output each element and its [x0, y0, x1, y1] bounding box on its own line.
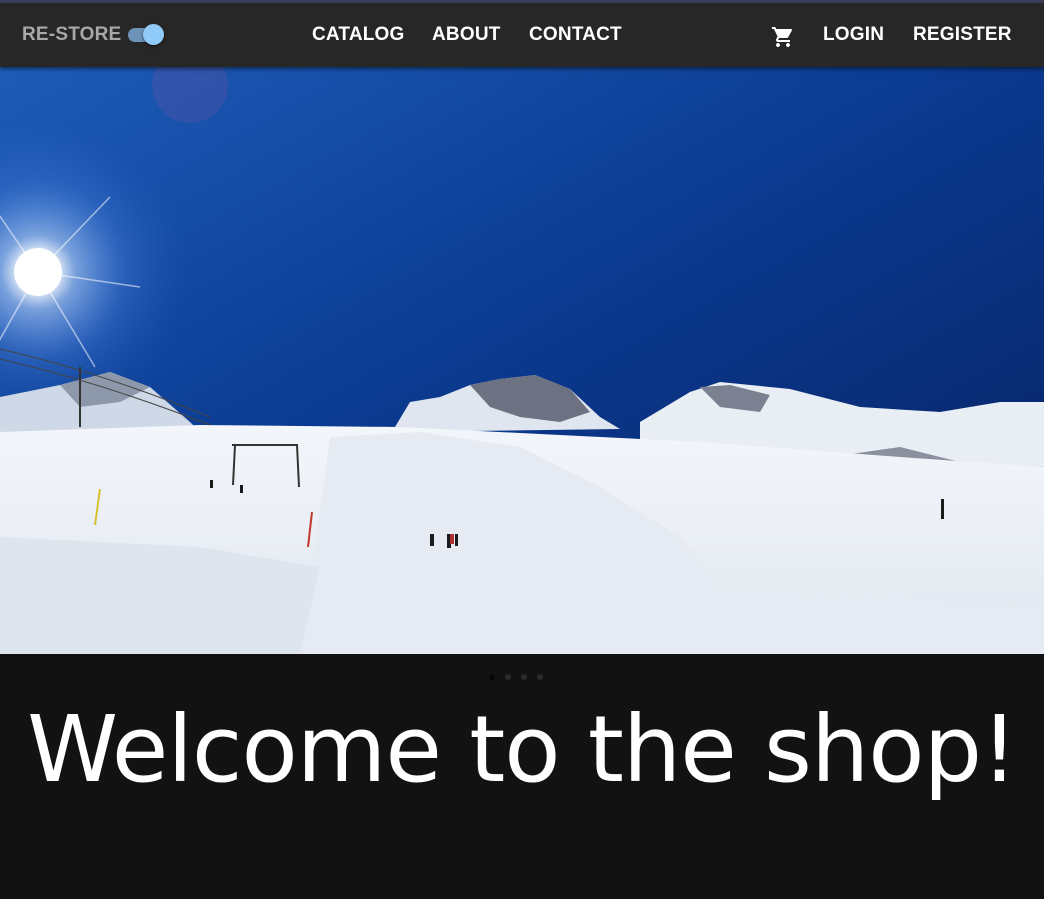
ski-slope-illustration: [0, 67, 1044, 654]
brand-logo-text[interactable]: RE-STORE: [22, 24, 121, 46]
switch-thumb: [143, 24, 164, 45]
carousel-indicators: [482, 673, 562, 681]
carousel-dot-1[interactable]: [489, 674, 495, 680]
carousel-dot-4[interactable]: [537, 674, 543, 680]
nav-link-contact[interactable]: CONTACT: [529, 24, 622, 46]
hero-carousel-image[interactable]: [0, 67, 1044, 654]
carousel-dot-2[interactable]: [505, 674, 511, 680]
nav-link-login[interactable]: LOGIN: [823, 24, 884, 46]
nav-link-register[interactable]: REGISTER: [913, 24, 1012, 46]
theme-toggle-switch[interactable]: [126, 23, 166, 47]
nav-link-catalog[interactable]: CATALOG: [312, 24, 405, 46]
nav-link-about[interactable]: ABOUT: [432, 24, 501, 46]
shopping-cart-icon[interactable]: [770, 25, 796, 49]
carousel-dot-3[interactable]: [521, 674, 527, 680]
welcome-heading: Welcome to the shop!: [27, 696, 1018, 803]
app-bar: RE-STORE CATALOG ABOUT CONTACT LOGIN REG…: [0, 3, 1044, 67]
